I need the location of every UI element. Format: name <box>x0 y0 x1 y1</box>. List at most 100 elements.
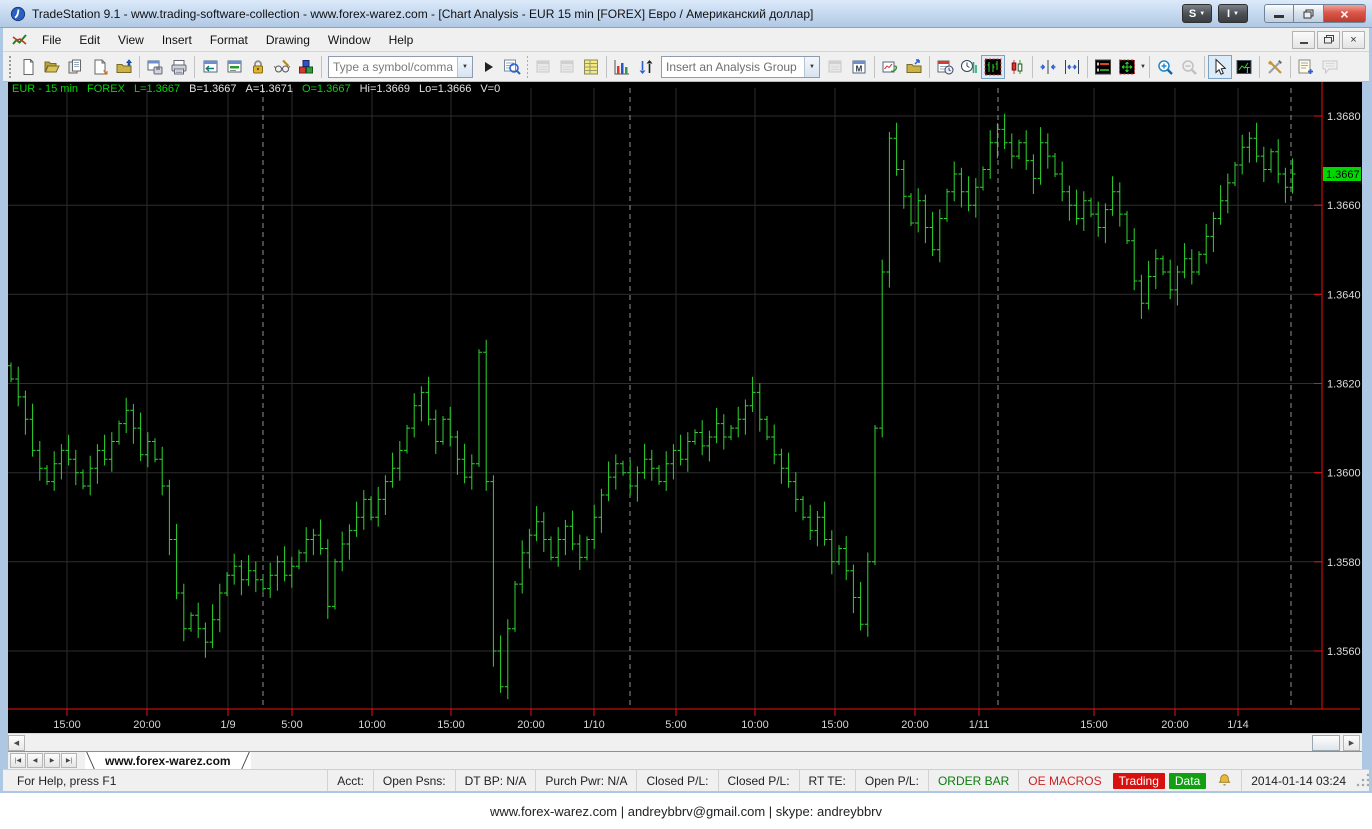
toolbar-grip[interactable] <box>8 56 13 78</box>
next-tab-button[interactable]: ▶ <box>44 753 60 768</box>
radarscreen-button[interactable] <box>579 55 603 79</box>
insert-symbol-button[interactable] <box>878 55 902 79</box>
price-chart[interactable]: 1.36801.36601.36401.36201.36001.35801.35… <box>8 82 1362 733</box>
resize-grip[interactable] <box>1355 770 1369 791</box>
analysis-group-combo[interactable]: Insert an Analysis Group▼ <box>661 56 820 78</box>
mdi-minimize-button[interactable] <box>1292 31 1315 49</box>
close-button[interactable]: × <box>1324 4 1366 23</box>
prev-tab-button[interactable]: ◀ <box>27 753 43 768</box>
decrease-bar-spacing-button[interactable] <box>1036 55 1060 79</box>
workspace-style-button[interactable] <box>270 55 294 79</box>
status-2014-01-14-03-24: 2014-01-14 03:24 <box>1241 770 1355 791</box>
menu-window[interactable]: Window <box>319 30 380 50</box>
sort-updown-button[interactable] <box>634 55 658 79</box>
open-window-button[interactable] <box>902 55 926 79</box>
minimize-button[interactable] <box>1264 4 1294 23</box>
svg-text:1.3560: 1.3560 <box>1327 646 1361 658</box>
chart-trading-button[interactable]: T <box>1232 55 1256 79</box>
docs-icon <box>67 58 85 76</box>
app-icon <box>10 6 26 22</box>
open-workspace-button[interactable] <box>40 55 64 79</box>
chevron-down-icon[interactable]: ▼ <box>1140 64 1146 70</box>
scroll-left-button[interactable]: ◀ <box>8 735 25 751</box>
macros-window-button[interactable]: M <box>847 55 871 79</box>
chart-text-icon: T <box>1235 58 1253 76</box>
chevron-down-icon: ▼ <box>1233 11 1239 17</box>
menu-view[interactable]: View <box>109 30 153 50</box>
bar-chart-style-button[interactable] <box>981 55 1005 79</box>
strategy-titlebar-button[interactable]: S▼ <box>1182 4 1212 23</box>
symbol-lookup-button[interactable] <box>500 55 524 79</box>
save-desktop-button[interactable] <box>143 55 167 79</box>
menu-help[interactable]: Help <box>380 30 423 50</box>
chart-quote-field: V=0 <box>480 83 500 95</box>
last-tab-button[interactable]: ▶| <box>61 753 77 768</box>
svg-text:20:00: 20:00 <box>517 719 545 731</box>
workspace-tab[interactable]: www.forex-warez.com <box>85 752 251 769</box>
chevron-down-icon[interactable]: ▼ <box>804 57 819 77</box>
mdi-close-button[interactable]: × <box>1342 31 1365 49</box>
lock-workspace-button[interactable] <box>246 55 270 79</box>
first-tab-button[interactable]: |◀ <box>10 753 26 768</box>
chart-shift-button[interactable] <box>1115 55 1139 79</box>
status-bar: For Help, press F1 Acct:Open Psns:DT BP:… <box>3 769 1369 791</box>
svg-text:15:00: 15:00 <box>437 719 465 731</box>
tradestation-window: TradeStation 9.1 - www.trading-software-… <box>0 0 1372 793</box>
order-bar-button[interactable] <box>1091 55 1115 79</box>
status-purch-pwr-n-a: Purch Pwr: N/A <box>535 770 636 791</box>
restore-button[interactable] <box>1294 4 1324 23</box>
run-command-button[interactable] <box>476 55 500 79</box>
candles-icon <box>1008 58 1026 76</box>
save-all-workspaces-button[interactable] <box>64 55 88 79</box>
horizontal-scrollbar[interactable]: ◀ ▶ <box>8 733 1362 751</box>
chart-quote-field: EUR - 15 min <box>12 83 78 95</box>
svg-text:1.3680: 1.3680 <box>1327 111 1361 123</box>
menu-edit[interactable]: Edit <box>70 30 109 50</box>
menu-insert[interactable]: Insert <box>153 30 201 50</box>
win-m-icon: M <box>850 58 868 76</box>
sessions-button[interactable] <box>957 55 981 79</box>
menu-drawing[interactable]: Drawing <box>257 30 319 50</box>
comment-icon <box>1321 58 1339 76</box>
chart-analysis-button[interactable] <box>610 55 634 79</box>
mdi-restore-button[interactable] <box>1317 31 1340 49</box>
menu-file[interactable]: File <box>33 30 70 50</box>
pointer-tool-button[interactable] <box>1208 55 1232 79</box>
status-oe-macros[interactable]: OE MACROS <box>1018 770 1110 791</box>
indicator-titlebar-button[interactable]: I▼ <box>1218 4 1248 23</box>
status-trading[interactable]: Trading <box>1113 773 1165 789</box>
status-rt-te: RT TE: <box>799 770 855 791</box>
candlestick-style-button[interactable] <box>1005 55 1029 79</box>
increase-bar-spacing-button[interactable] <box>1060 55 1084 79</box>
print-button[interactable] <box>167 55 191 79</box>
next-window-button[interactable] <box>222 55 246 79</box>
chevron-down-icon: ▼ <box>1199 11 1205 17</box>
toolbar-separator <box>321 56 322 78</box>
status-data[interactable]: Data <box>1169 773 1206 789</box>
symbol-command-input[interactable] <box>329 60 457 74</box>
toolbar-separator <box>139 56 140 78</box>
new-workspace-button[interactable] <box>16 55 40 79</box>
zoom-in-button[interactable] <box>1153 55 1177 79</box>
chevron-down-icon[interactable]: ▼ <box>457 57 472 77</box>
scroll-right-button[interactable]: ▶ <box>1343 735 1360 751</box>
previous-window-button[interactable] <box>198 55 222 79</box>
folder-close-icon <box>115 58 133 76</box>
win-prev-icon <box>201 58 219 76</box>
time-frame-button[interactable] <box>933 55 957 79</box>
status-open-psns: Open Psns: <box>373 770 455 791</box>
bell-icon[interactable] <box>1208 770 1241 791</box>
menu-format[interactable]: Format <box>201 30 257 50</box>
object-explorer-button[interactable] <box>294 55 318 79</box>
chart-area[interactable]: EUR - 15 minFOREXL=1.3667B=1.3667A=1.367… <box>8 82 1362 733</box>
minimize-icon <box>1274 15 1284 18</box>
doc-save-icon <box>91 58 109 76</box>
space-inc-icon <box>1063 58 1081 76</box>
close-workspace-button[interactable] <box>112 55 136 79</box>
add-analysis-note-button[interactable] <box>1294 55 1318 79</box>
svg-text:M: M <box>856 64 863 73</box>
status-order-bar[interactable]: ORDER BAR <box>928 770 1018 791</box>
drawing-tools-button[interactable] <box>1263 55 1287 79</box>
scrollbar-thumb[interactable] <box>1312 735 1340 751</box>
save-workspace-as-button[interactable] <box>88 55 112 79</box>
